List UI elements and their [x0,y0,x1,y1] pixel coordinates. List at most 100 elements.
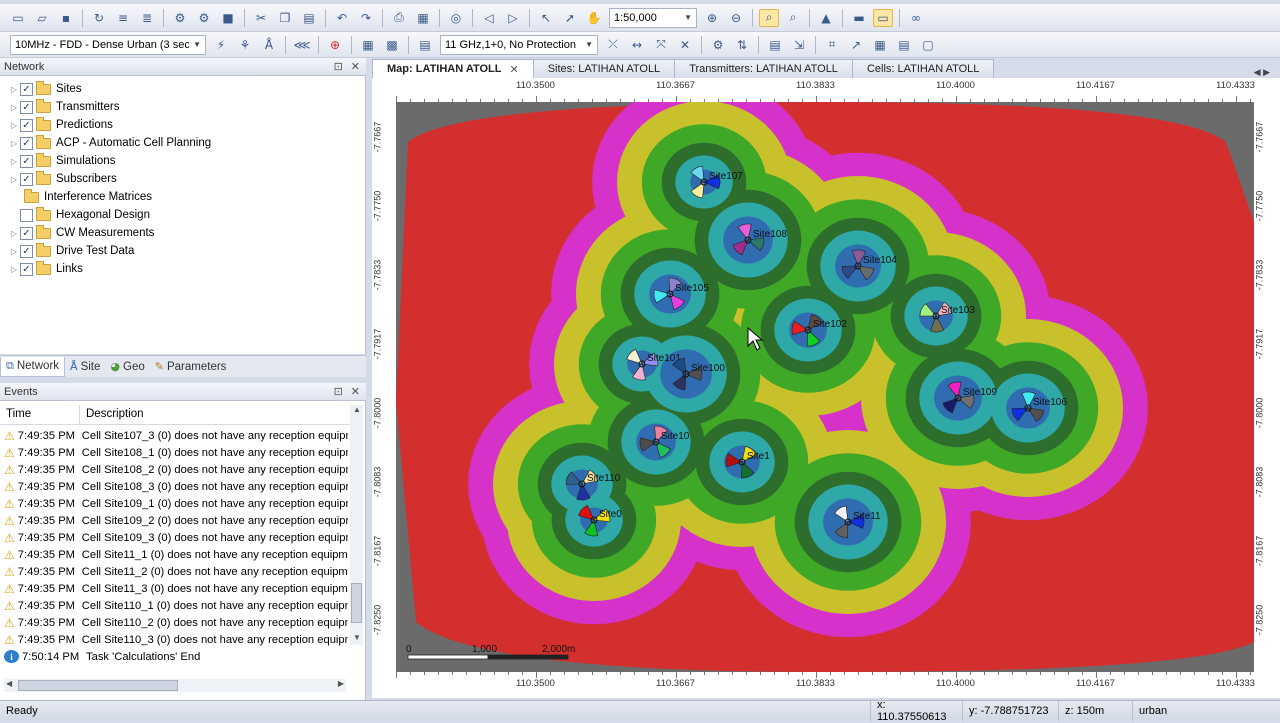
redo-icon[interactable]: ↷ [356,9,376,27]
pointer-icon[interactable]: ➚ [560,9,580,27]
tree-checkbox[interactable]: ✓ [20,172,33,186]
expand-arrow-icon[interactable]: ▷ [8,247,20,256]
link-profile-icon[interactable]: ⇅ [732,36,752,54]
event-row[interactable]: ⚠ 7:49:35 PM Cell Site109_2 (0) does not h… [0,512,348,529]
grid-tool-icon[interactable]: ⌗ [822,36,842,54]
column-time[interactable]: Time [0,405,80,424]
close-icon[interactable]: ✕ [509,63,518,76]
undo-icon[interactable]: ↶ [332,9,352,27]
event-row[interactable]: ⚠ 7:49:35 PM Cell Site109_3 (0) does not h… [0,529,348,546]
microwave-link-icon[interactable]: ↔ [627,36,647,54]
event-row[interactable]: ⚠ 7:49:35 PM Cell Site110_3 (0) does not h… [0,631,348,648]
tree-checkbox[interactable] [20,208,33,222]
network-config-select[interactable]: 10MHz - FDD - Dense Urban (3 sec ▼ [10,34,206,55]
tab-network[interactable]: ⧉ Network [0,356,66,377]
scrollbar-thumb[interactable] [351,583,362,623]
share-icon[interactable]: ⋘ [292,36,312,54]
expand-arrow-icon[interactable]: ▷ [8,103,20,112]
predictions-icon[interactable]: ▩ [382,36,402,54]
tab-transmitters[interactable]: Transmitters: LATIHAN ATOLL [674,59,853,78]
event-row[interactable]: ⚠ 7:49:35 PM Cell Site110_1 (0) does not h… [0,597,348,614]
previous-view-icon[interactable]: ◁ [479,9,499,27]
scroll-right-icon[interactable]: ▶ [338,679,344,688]
antenna-icon[interactable]: ⚡ [211,36,231,54]
tooltip-icon[interactable]: ▭ [873,8,893,27]
map-canvas[interactable]: Site107 Site108 Site104 Site105 Site102 Site1… [396,102,1254,672]
database-sync-icon[interactable]: ≣ [137,9,157,27]
tree-checkbox[interactable]: ✓ [20,100,33,114]
pin-icon[interactable]: ⊡ [334,385,343,398]
report-icon[interactable]: ▤ [765,36,785,54]
close-icon[interactable]: ✕ [351,60,360,73]
tree-checkbox[interactable]: ✓ [20,244,33,258]
tree-item[interactable]: ▷ ✓ ACP - Automatic Cell Planning [0,134,211,152]
tree-checkbox[interactable]: ✓ [20,154,33,168]
next-view-icon[interactable]: ▷ [503,9,523,27]
expand-arrow-icon[interactable]: ▷ [8,85,20,94]
transmitter-icon[interactable]: Å [259,36,279,54]
link-remove-icon[interactable]: ✕ [675,36,695,54]
tree-item[interactable]: ▷ ✓ Drive Test Data [0,242,211,260]
tab-parameters[interactable]: ✎ Parameters [150,357,232,377]
expand-arrow-icon[interactable]: ▷ [8,139,20,148]
expand-arrow-icon[interactable]: ▷ [8,175,20,184]
terrain-icon[interactable]: ▲ [816,9,836,27]
link-icon[interactable]: ⤫ [603,36,623,54]
event-row[interactable]: i 7:50:14 PM Task 'Calculations' End [0,648,348,665]
event-row[interactable]: ⚠ 7:49:35 PM Cell Site108_3 (0) does not h… [0,478,348,495]
tab-geo[interactable]: ◕ Geo [105,357,149,377]
zoom-out-icon[interactable]: ⊖ [726,9,746,27]
event-row[interactable]: ⚠ 7:49:35 PM Cell Site108_1 (0) does not h… [0,444,348,461]
copy-icon[interactable]: ❐ [275,9,295,27]
calculate-all-icon[interactable]: ⚙ [194,9,214,27]
event-row[interactable]: ⚠ 7:49:35 PM Cell Site107_3 (0) does not h… [0,427,348,444]
calculate-icon[interactable]: ⚙ [170,9,190,27]
frequency-band-select[interactable]: 11 GHz,1+0, No Protection ▼ [440,34,598,55]
coverage-map[interactable]: Site107 Site108 Site104 Site105 Site102 Site1… [396,102,1254,672]
tree-item[interactable]: ▷ ✓ Transmitters [0,98,211,116]
refresh-icon[interactable]: ↻ [89,9,109,27]
tab-scroll-icon[interactable]: ◀ ▶ [1254,67,1270,78]
event-row[interactable]: ⚠ 7:49:35 PM Cell Site110_2 (0) does not h… [0,614,348,631]
export-icon[interactable]: ⇲ [789,36,809,54]
event-row[interactable]: ⚠ 7:49:35 PM Cell Site11_1 (0) does not ha… [0,546,348,563]
open-folder-icon[interactable]: ▱ [32,9,52,27]
paste-icon[interactable]: ▤ [299,9,319,27]
tab-map[interactable]: Map: LATIHAN ATOLL ✕ [372,59,534,78]
tree-checkbox[interactable]: ✓ [20,118,33,132]
site-tool-icon[interactable]: ⚘ [235,36,255,54]
scroll-left-icon[interactable]: ◀ [6,679,12,688]
zoom-area-icon[interactable]: ⌕ [759,8,779,27]
tree-item[interactable]: Hexagonal Design [0,206,211,224]
tab-site[interactable]: Å Site [65,357,105,377]
save-icon[interactable]: ▪ [56,9,76,27]
event-row[interactable]: ⚠ 7:49:35 PM Cell Site11_2 (0) does not ha… [0,563,348,580]
tree-checkbox[interactable]: ✓ [20,136,33,150]
events-horizontal-scrollbar[interactable]: ◀ ▶ [4,679,346,692]
tree-item[interactable]: ▷ ✓ Simulations [0,152,211,170]
cut-icon[interactable]: ✂ [251,9,271,27]
tree-item[interactable]: ▷ ✓ Predictions [0,116,211,134]
crosshair-icon[interactable]: ⊕ [325,36,345,54]
properties-icon[interactable]: ▤ [415,36,435,54]
tree-checkbox[interactable]: ✓ [20,226,33,240]
event-row[interactable]: ⚠ 7:49:35 PM Cell Site109_1 (0) does not h… [0,495,348,512]
print-preview-icon[interactable]: ▦ [413,9,433,27]
expand-arrow-icon[interactable]: ▷ [8,229,20,238]
select-arrow-icon[interactable]: ↖ [536,9,556,27]
pan-hand-icon[interactable]: ✋ [584,9,604,27]
blank-icon[interactable]: ▢ [918,36,938,54]
expand-arrow-icon[interactable]: ▷ [8,121,20,130]
expand-arrow-icon[interactable]: ▷ [8,157,20,166]
link-settings-icon[interactable]: ⚙ [708,36,728,54]
print-icon[interactable]: ⎙ [389,9,409,27]
calculator-icon[interactable]: ▦ [358,36,378,54]
stop-calculation-icon[interactable]: ■ [218,9,238,27]
pin-icon[interactable]: ⊡ [334,60,343,73]
table-icon[interactable]: ▤ [894,36,914,54]
layers-icon[interactable]: ▦ [870,36,890,54]
column-description[interactable]: Description [80,405,350,424]
link-multi-icon[interactable]: ⤧ [651,36,671,54]
tree-item[interactable]: Interference Matrices [0,188,211,206]
tree-checkbox[interactable]: ✓ [20,82,33,96]
